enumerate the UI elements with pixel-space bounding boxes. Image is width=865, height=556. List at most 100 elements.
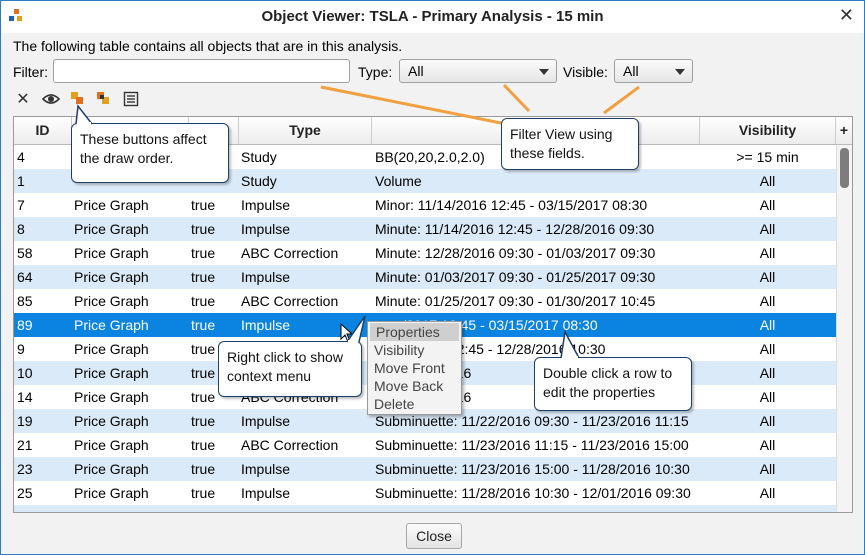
cell-id: 58 — [17, 245, 33, 261]
cell-description: Minute: 01/25/2017 09:30 - 01/30/2017 10… — [375, 293, 656, 309]
cell-id: 19 — [17, 413, 33, 429]
close-button[interactable]: Close — [406, 523, 462, 549]
context-menu-item[interactable]: Move Front — [368, 359, 461, 377]
cell-id: 64 — [17, 269, 33, 285]
cell-owner: Price Graph — [74, 389, 149, 405]
cell-visible: true — [191, 413, 216, 429]
cell-visibility: All — [759, 269, 776, 285]
columns-icon[interactable] — [121, 89, 141, 109]
cell-owner: Price Graph — [74, 413, 149, 429]
cell-description: Subminuette: 11/23/2016 11:15 - 11/23/20… — [375, 437, 689, 453]
cell-id: 21 — [17, 437, 33, 453]
context-menu-item[interactable]: Properties — [370, 323, 459, 341]
object-viewer-window: Object Viewer: TSLA - Primary Analysis -… — [0, 0, 865, 555]
type-select-value: All — [408, 63, 424, 79]
cell-type: Impulse — [241, 413, 291, 429]
callout-draw-order-text: These buttons affect the draw order. — [80, 131, 207, 166]
visible-select[interactable]: All — [614, 59, 693, 83]
cell-owner: Price Graph — [74, 365, 149, 381]
cell-owner: Price Graph — [74, 461, 149, 477]
context-menu-item[interactable]: Move Back — [368, 377, 461, 395]
cell-id: 7 — [17, 197, 25, 213]
cell-id: 1 — [17, 173, 25, 189]
type-label: Type: — [358, 64, 393, 80]
cell-visibility: All — [759, 293, 776, 309]
cell-description: Subminuette: 11/28/2016 10:30 - 12/01/20… — [375, 485, 691, 501]
column-header-visibility[interactable]: Visibility — [700, 117, 836, 144]
eye-icon[interactable] — [41, 89, 61, 109]
cell-description: Volume — [375, 173, 422, 189]
cell-visible: true — [191, 437, 216, 453]
visible-select-value: All — [623, 63, 639, 79]
cell-owner: Price Graph — [74, 293, 149, 309]
cell-visibility: All — [759, 437, 776, 453]
cell-visibility: All — [759, 461, 776, 477]
cell-owner: Price Graph — [74, 197, 149, 213]
context-menu-item[interactable]: Visibility — [368, 341, 461, 359]
cell-id: 14 — [17, 389, 33, 405]
column-header-type[interactable]: Type — [239, 117, 372, 144]
table-row[interactable] — [14, 505, 836, 512]
cell-owner: Price Graph — [74, 221, 149, 237]
type-select[interactable]: All — [399, 59, 557, 83]
window-title: Object Viewer: TSLA - Primary Analysis -… — [261, 8, 604, 25]
chevron-down-icon — [675, 69, 685, 75]
cell-visible: true — [191, 245, 216, 261]
cell-visibility: All — [759, 341, 776, 357]
cell-visibility: All — [759, 365, 776, 381]
cell-owner: Price Graph — [74, 485, 149, 501]
callout-filter-view-text: Filter View using these fields. — [510, 126, 613, 161]
cell-type: Impulse — [241, 269, 291, 285]
cell-id: 25 — [17, 485, 33, 501]
cell-id: 10 — [17, 365, 33, 381]
cell-owner: Price Graph — [74, 437, 149, 453]
cell-type: Study — [241, 173, 277, 189]
cell-visible: true — [191, 293, 216, 309]
vertical-scrollbar[interactable] — [836, 145, 852, 512]
table-row[interactable]: 23 Price Graph true Impulse Subminuette: 11/… — [14, 457, 836, 481]
move-front-icon[interactable] — [95, 89, 115, 109]
table-row[interactable]: 58 Price Graph true ABC Correction Minute: 1… — [14, 241, 836, 265]
callout-double-click: Double click a row to edit the propertie… — [534, 329, 692, 411]
cell-type: ABC Correction — [241, 437, 339, 453]
table-row[interactable]: 7 Price Graph true Impulse Minor: 11/14/2016… — [14, 193, 836, 217]
cell-visibility: >= 15 min — [736, 149, 799, 165]
callout-right-click-text: Right click to show context menu — [227, 349, 343, 384]
cell-id: 85 — [17, 293, 33, 309]
table-row[interactable]: 21 Price Graph true ABC Correction Subminuet… — [14, 433, 836, 457]
description-text: The following table contains all objects… — [13, 38, 403, 54]
cell-visibility: All — [759, 221, 776, 237]
title-bar: Object Viewer: TSLA - Primary Analysis -… — [1, 1, 864, 33]
context-menu: Properties Visibility Move Front Move Back D… — [367, 321, 462, 415]
table-row[interactable]: 8 Price Graph true Impulse Minute: 11/14/201… — [14, 217, 836, 241]
filter-input[interactable] — [53, 59, 350, 83]
cell-description: Minute: 12/28/2016 09:30 - 01/03/2017 09… — [375, 245, 656, 261]
close-icon[interactable]: ✕ — [839, 5, 854, 26]
cell-description: Minor: 11/14/2016 12:45 - 03/15/2017 08:… — [375, 197, 648, 213]
cell-visibility: All — [759, 173, 776, 189]
cell-type: Impulse — [241, 197, 291, 213]
cell-visibility: All — [759, 245, 776, 261]
cell-visibility: All — [759, 197, 776, 213]
cell-owner: Price Graph — [74, 341, 149, 357]
cell-owner: Price Graph — [74, 269, 149, 285]
cell-visibility: All — [759, 389, 776, 405]
callout-right-click: Right click to show context menu — [218, 315, 366, 397]
table-row[interactable]: 25 Price Graph true Impulse Subminuette: 11/… — [14, 481, 836, 505]
cell-type: Impulse — [241, 485, 291, 501]
context-menu-item[interactable]: Delete — [368, 395, 461, 413]
cell-visible: true — [191, 197, 216, 213]
table-row[interactable]: 85 Price Graph true ABC Correction Minute: 0… — [14, 289, 836, 313]
clear-icon[interactable]: ✕ — [13, 89, 33, 109]
add-column-icon[interactable]: + — [836, 117, 852, 144]
cell-visibility: All — [759, 485, 776, 501]
table-row[interactable]: 64 Price Graph true Impulse Minute: 01/03/20… — [14, 265, 836, 289]
cell-visible: true — [191, 269, 216, 285]
cell-description: Subminuette: 11/23/2016 15:00 - 11/28/20… — [375, 461, 690, 477]
cell-description: Minute: 11/14/2016 12:45 - 12/28/2016 09… — [375, 221, 655, 237]
column-header-id[interactable]: ID — [14, 117, 72, 144]
scrollbar-thumb[interactable] — [840, 148, 849, 188]
chevron-down-icon — [539, 69, 549, 75]
callout-double-click-text: Double click a row to edit the propertie… — [543, 365, 673, 400]
cell-visible: true — [191, 485, 216, 501]
